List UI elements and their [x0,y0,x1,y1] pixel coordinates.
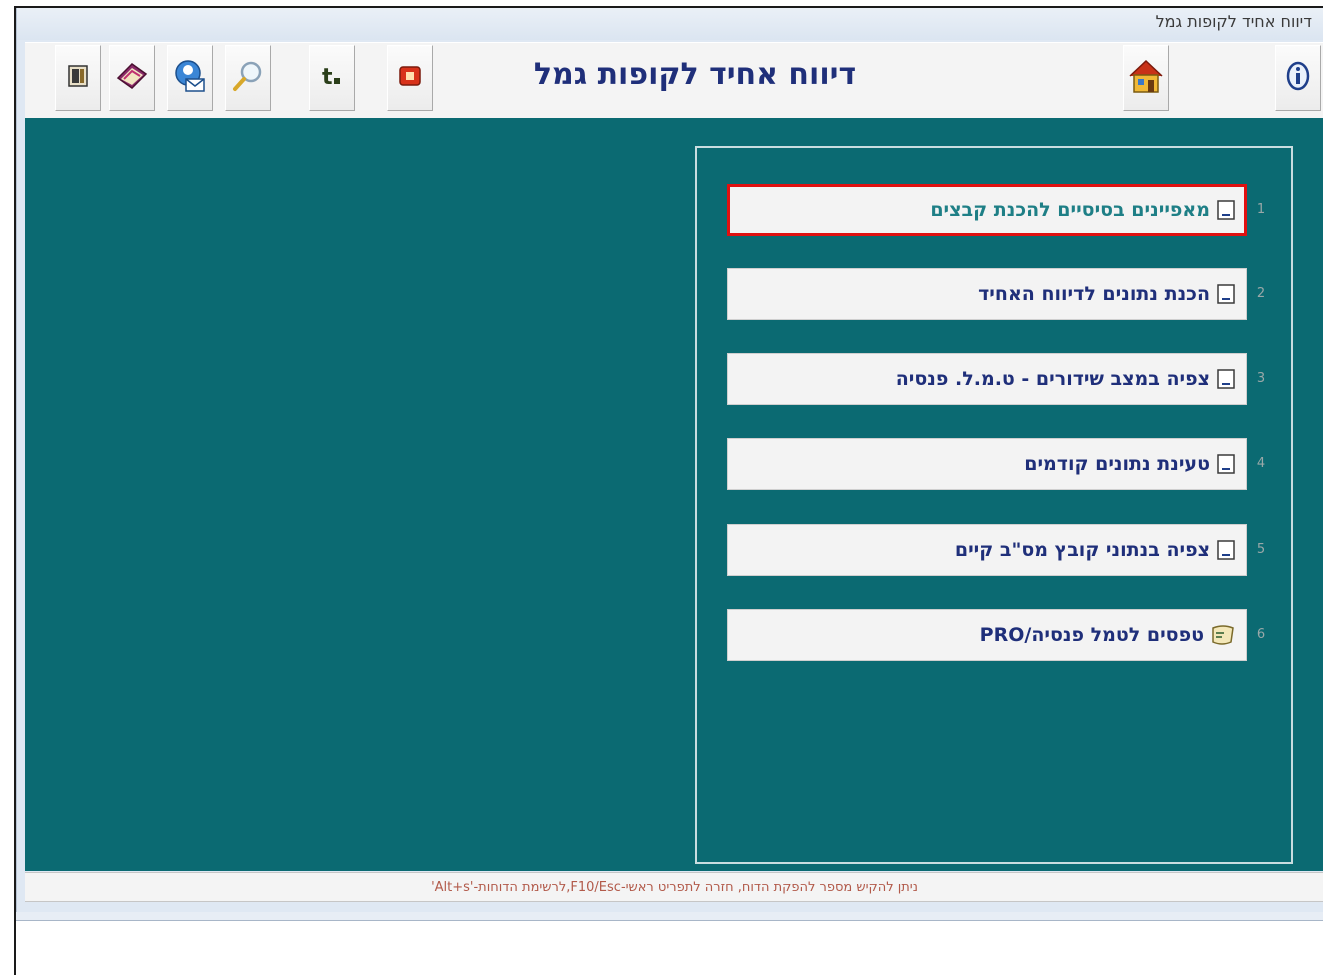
window-icon [1216,539,1236,561]
page-title: דיווח אחיד לקופות גמל [533,57,857,92]
menu-item-number: 3 [1256,371,1266,386]
window-icon [1216,199,1236,221]
menu-item-number: 1 [1256,202,1266,217]
video-icon [397,63,423,93]
menu-panel: מאפיינים בסיסיים להכנת קבצים 1 הכנת נתונים… [695,146,1293,864]
window-icon [1216,283,1236,305]
info-icon [1283,59,1313,97]
house-icon [1126,56,1166,100]
window-title: דיווח אחיד לקופות גמל [1155,12,1312,31]
form-scroll-icon [1210,624,1236,646]
info-button[interactable] [1275,45,1321,111]
app-window: דיווח אחיד לקופות גמל t דיווח אחיד לקופו… [16,8,1323,920]
menu-item-number: 4 [1256,456,1266,471]
title-bar: דיווח אחיד לקופות גמל [17,8,1323,40]
menu-item-3[interactable]: צפיה במצב שידורים - ט.מ.ל. פנסיה [727,353,1247,405]
menu-item-number: 5 [1256,542,1266,557]
menu-item-label: צפיה במצב שידורים - ט.מ.ל. פנסיה [895,368,1210,390]
svg-text:t: t [322,65,333,90]
status-text: ניתן להקיש מספר להפקת הדוח, חזרה לתפריט … [431,879,918,895]
video-button[interactable] [387,45,433,111]
main-area: מאפיינים בסיסיים להכנת קבצים 1 הכנת נתונים… [25,118,1323,871]
menu-item-4[interactable]: טעינת נתונים קודמים [727,438,1247,490]
book-icon [114,60,150,96]
menu-item-number: 2 [1256,286,1266,301]
home-button[interactable] [1123,45,1169,111]
menu-item-6[interactable]: טפסים לטמל פנסיה/PRO [727,609,1247,661]
window-icon [1216,453,1236,475]
toolbar: t דיווח אחיד לקופות גמל [25,42,1323,120]
menu-item-5[interactable]: צפיה בנתוני קובץ מס"ב קיים [727,524,1247,576]
menu-item-label: טעינת נתונים קודמים [1024,453,1210,475]
menu-item-label: מאפיינים בסיסיים להכנת קבצים [930,199,1210,221]
help-book-button[interactable] [109,45,155,111]
menu-item-label: צפיה בנתוני קובץ מס"ב קיים [954,539,1210,561]
font-button[interactable]: t [309,45,355,111]
font-t-icon: t [319,62,345,94]
magnifier-icon [231,59,265,97]
menu-item-number: 6 [1256,627,1266,642]
window-bottom-edge [16,912,1323,921]
status-bar: ניתן להקיש מספר להפקת הדוח, חזרה לתפריט … [25,872,1323,902]
menu-item-1[interactable]: מאפיינים בסיסיים להכנת קבצים [727,184,1247,236]
door-exit-icon [66,63,90,93]
mail-person-icon [172,59,208,97]
menu-item-2[interactable]: הכנת נתונים לדיווח האחיד [727,268,1247,320]
search-button[interactable] [225,45,271,111]
contact-button[interactable] [167,45,213,111]
exit-button[interactable] [55,45,101,111]
window-icon [1216,368,1236,390]
menu-item-label: טפסים לטמל פנסיה/PRO [979,624,1204,646]
menu-item-label: הכנת נתונים לדיווח האחיד [978,283,1210,305]
